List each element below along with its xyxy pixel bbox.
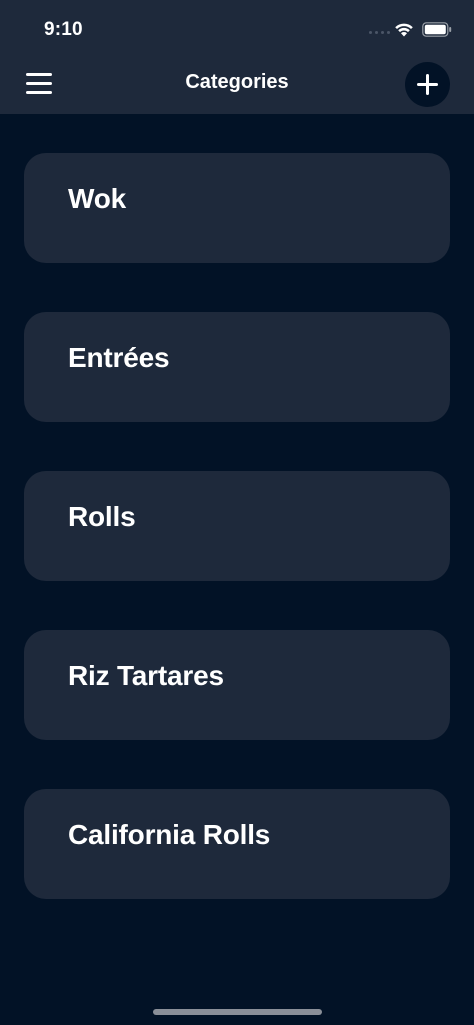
category-card-rolls[interactable]: Rolls bbox=[24, 471, 450, 581]
cellular-signal-icon bbox=[369, 31, 390, 34]
category-card-wok[interactable]: Wok bbox=[24, 153, 450, 263]
battery-icon bbox=[422, 22, 452, 37]
status-time: 9:10 bbox=[44, 19, 83, 40]
category-list: Wok Entrées Rolls Riz Tartares Californi… bbox=[24, 153, 450, 948]
top-bar: 9:10 Categories bbox=[0, 0, 474, 114]
plus-icon bbox=[417, 74, 438, 95]
home-indicator[interactable] bbox=[153, 1009, 322, 1015]
category-label: Entrées bbox=[68, 342, 170, 373]
category-label: California Rolls bbox=[68, 819, 271, 850]
navigation-bar: Categories bbox=[0, 58, 474, 114]
category-label: Riz Tartares bbox=[68, 660, 224, 691]
page-title: Categories bbox=[185, 71, 289, 93]
wifi-icon bbox=[395, 23, 413, 37]
category-card-california-rolls[interactable]: California Rolls bbox=[24, 789, 450, 899]
category-card-entrees[interactable]: Entrées bbox=[24, 312, 450, 422]
category-label: Rolls bbox=[68, 501, 136, 532]
category-label: Wok bbox=[68, 183, 126, 214]
add-category-button[interactable] bbox=[405, 62, 450, 107]
category-card-riz-tartares[interactable]: Riz Tartares bbox=[24, 630, 450, 740]
status-bar: 9:10 bbox=[0, 0, 474, 58]
